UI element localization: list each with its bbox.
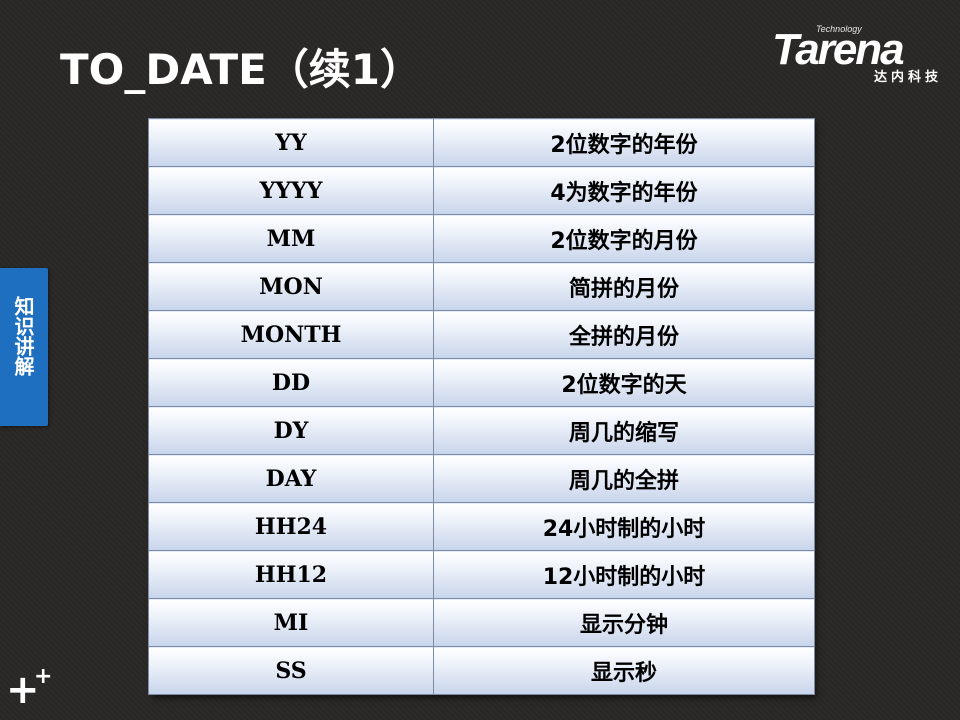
table-row: YY 2位数字的年份 — [148, 118, 815, 167]
format-code-cell: DY — [148, 406, 434, 455]
format-code-cell: MONTH — [148, 310, 434, 359]
format-description-cell: 24小时制的小时 — [433, 502, 815, 551]
plus-small-icon: + — [34, 664, 53, 689]
table-row: HH12 12小时制的小时 — [148, 550, 815, 599]
format-code-cell: DAY — [148, 454, 434, 503]
format-code-cell: HH24 — [148, 502, 434, 551]
format-code-cell: YY — [148, 118, 434, 167]
table-row: MM 2位数字的月份 — [148, 214, 815, 263]
format-description-cell: 简拼的月份 — [433, 262, 815, 311]
format-code-cell: YYYY — [148, 166, 434, 215]
table-row: MONTH 全拼的月份 — [148, 310, 815, 359]
table-row: HH24 24小时制的小时 — [148, 502, 815, 551]
format-description-cell: 2位数字的年份 — [433, 118, 815, 167]
format-code-cell: MI — [148, 598, 434, 647]
table-row: MON 简拼的月份 — [148, 262, 815, 311]
side-tab-label: 知识讲解 — [11, 296, 35, 376]
format-description-cell: 全拼的月份 — [433, 310, 815, 359]
format-table-grid: YY 2位数字的年份 YYYY 4为数字的年份 MM 2位数字的月份 MON 简拼的月份 MON… — [148, 118, 815, 695]
format-code-cell: DD — [148, 358, 434, 407]
table-row: MI 显示分钟 — [148, 598, 815, 647]
table-row: SS 显示秒 — [148, 646, 815, 695]
format-description-cell: 2位数字的月份 — [433, 214, 815, 263]
format-description-cell: 显示秒 — [433, 646, 815, 695]
slide-title: TO_DATE（续1） — [60, 45, 423, 94]
format-description-cell: 周几的全拼 — [433, 454, 815, 503]
format-description-cell: 周几的缩写 — [433, 406, 815, 455]
table-row: YYYY 4为数字的年份 — [148, 166, 815, 215]
format-description-cell: 显示分钟 — [433, 598, 815, 647]
format-description-cell: 12小时制的小时 — [433, 550, 815, 599]
table-row: DY 周几的缩写 — [148, 406, 815, 455]
format-code-cell: SS — [148, 646, 434, 695]
table-row: DAY 周几的全拼 — [148, 454, 815, 503]
format-code-cell: MM — [148, 214, 434, 263]
format-code-cell: HH12 — [148, 550, 434, 599]
table-row: DD 2位数字的天 — [148, 358, 815, 407]
side-section-tab: 知识讲解 — [0, 268, 48, 426]
format-code-cell: MON — [148, 262, 434, 311]
format-description-cell: 2位数字的天 — [433, 358, 815, 407]
format-description-cell: 4为数字的年份 — [433, 166, 815, 215]
logo-chinese-text: 达内科技 — [873, 70, 942, 85]
format-table: YY 2位数字的年份 YYYY 4为数字的年份 MM 2位数字的月份 MON 简拼的月份 MON… — [148, 118, 815, 695]
tarena-logo: Technology Tarena 达内科技 — [772, 22, 942, 92]
